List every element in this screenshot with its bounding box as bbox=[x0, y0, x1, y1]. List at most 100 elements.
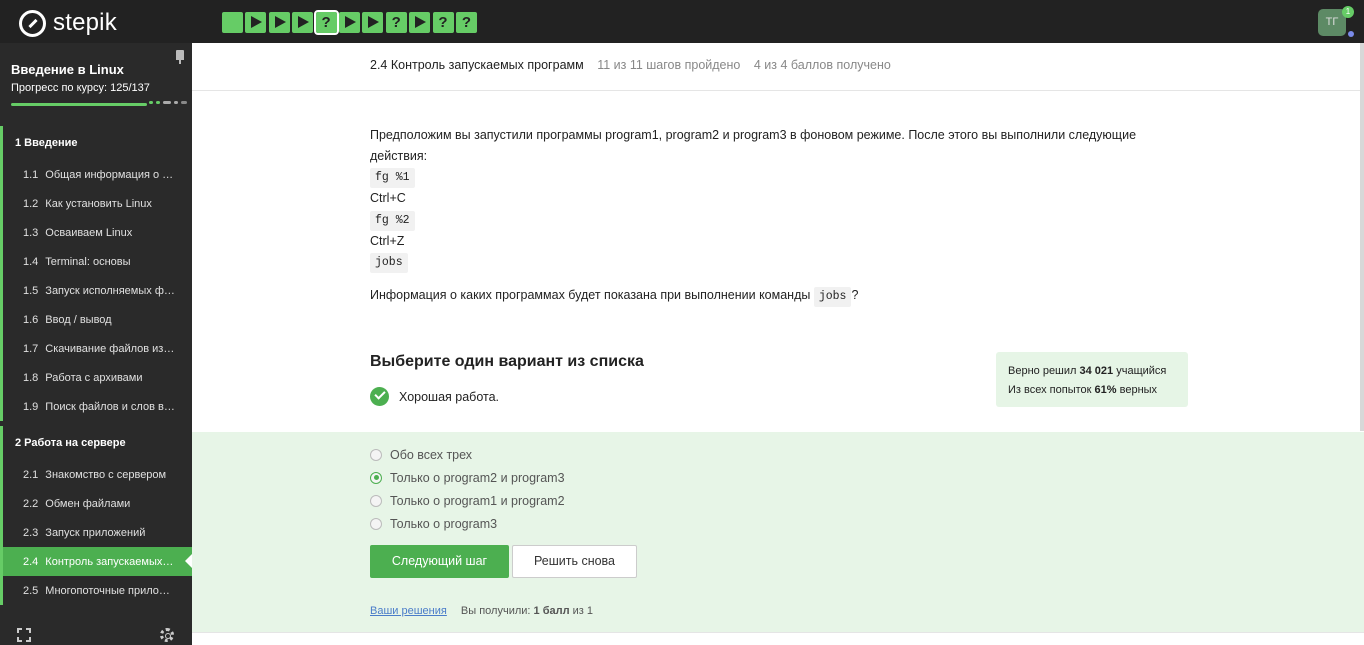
answer-option[interactable]: Только о program3 bbox=[370, 512, 565, 535]
question-action: Ctrl+Z bbox=[370, 233, 405, 248]
stats-correct-percent: 61% bbox=[1094, 384, 1117, 396]
radio-button[interactable] bbox=[370, 448, 382, 461]
question-intro: Предположим вы запустили программы progr… bbox=[370, 128, 1137, 163]
result-total: из 1 bbox=[572, 605, 594, 617]
step-video-icon[interactable] bbox=[338, 12, 360, 33]
option-label: Только о program2 и program3 bbox=[390, 470, 565, 485]
lesson-label: Общая информация о курсе bbox=[45, 168, 175, 181]
course-title[interactable]: Введение в Linux bbox=[11, 62, 124, 77]
step-question: Предположим вы запустили программы progr… bbox=[370, 125, 1190, 307]
lesson-number: 2.1 bbox=[23, 468, 39, 481]
lesson-label: Осваиваем Linux bbox=[45, 226, 133, 239]
sidebar-lesson[interactable]: 2.5 Многопоточные приложения bbox=[0, 576, 192, 605]
your-solutions-link[interactable]: Ваши решения bbox=[370, 605, 447, 617]
sidebar-lesson[interactable]: 1.4 Terminal: основы bbox=[0, 247, 192, 276]
settings-gear-icon[interactable] bbox=[160, 628, 174, 642]
course-sidebar: Введение в Linux Прогресс по курсу: 125/… bbox=[0, 43, 192, 645]
step-video-icon[interactable] bbox=[268, 12, 290, 33]
step-video-icon[interactable] bbox=[245, 12, 267, 33]
question-mark: ? bbox=[851, 288, 859, 302]
course-progress-remaining bbox=[149, 101, 190, 104]
code-snippet: fg %2 bbox=[370, 210, 415, 231]
step-quiz-icon[interactable]: ? bbox=[313, 10, 339, 35]
stats-label: Из всех попыток bbox=[1008, 384, 1092, 396]
answer-option[interactable]: Обо всех трех bbox=[370, 443, 565, 466]
sidebar-lesson[interactable]: 1.2 Как установить Linux bbox=[0, 189, 192, 218]
sidebar-module[interactable]: 2 Работа на сервере bbox=[0, 426, 192, 460]
lesson-label: Многопоточные приложения bbox=[45, 584, 175, 597]
next-step-button[interactable]: Следующий шаг bbox=[370, 545, 509, 578]
question-action: Ctrl+C bbox=[370, 191, 406, 205]
answer-options: Обо всех трех Только о program2 и program… bbox=[370, 443, 565, 535]
step-text-icon[interactable] bbox=[222, 12, 243, 33]
quiz-title: Выберите один вариант из списка bbox=[370, 353, 644, 370]
lesson-number: 2.2 bbox=[23, 497, 39, 510]
step-quiz-icon[interactable]: ? bbox=[432, 12, 454, 33]
option-label: Только о program3 bbox=[390, 516, 498, 531]
sidebar-lesson[interactable]: 1.1 Общая информация о курсе bbox=[0, 160, 192, 189]
divider bbox=[192, 90, 1364, 91]
sidebar-lesson[interactable]: 1.6 Ввод / вывод bbox=[0, 305, 192, 334]
lesson-number: 1.5 bbox=[23, 284, 39, 297]
code-snippet: fg %1 bbox=[370, 168, 415, 188]
answer-option[interactable]: Только о program2 и program3 bbox=[370, 466, 565, 489]
code-snippet: jobs bbox=[813, 287, 852, 307]
logo-text: stepik bbox=[53, 9, 117, 36]
lesson-number: 1.1 bbox=[23, 168, 39, 181]
code-snippet: jobs bbox=[370, 253, 408, 273]
lesson-label: Контроль запускаемых программ bbox=[45, 555, 175, 568]
answer-option[interactable]: Только о program1 и program2 bbox=[370, 489, 565, 512]
scrollbar[interactable] bbox=[1360, 43, 1364, 431]
lesson-number: 2.4 bbox=[23, 555, 39, 568]
stats-label: Верно решил bbox=[1008, 365, 1077, 377]
solve-stats-box: Верно решил 34 021 учащийся Из всех попы… bbox=[996, 352, 1188, 407]
step-video-icon[interactable] bbox=[362, 12, 384, 33]
sidebar-lesson[interactable]: 2.3 Запуск приложений bbox=[0, 518, 192, 547]
option-label: Обо всех трех bbox=[390, 447, 473, 462]
lesson-number: 1.3 bbox=[23, 226, 39, 239]
fullscreen-icon[interactable] bbox=[17, 628, 31, 642]
lesson-label: Скачивание файлов из интернета bbox=[45, 342, 175, 355]
lesson-number: 2.3 bbox=[23, 526, 39, 539]
sidebar-lesson[interactable]: 2.1 Знакомство с сервером bbox=[0, 460, 192, 489]
sidebar-lesson[interactable]: 1.9 Поиск файлов и слов в файлах bbox=[0, 392, 192, 421]
sidebar-lesson[interactable]: 1.7 Скачивание файлов из интернета bbox=[0, 334, 192, 363]
checkmark-icon bbox=[370, 387, 389, 406]
steps-done: 11 из 11 шагов пройдено bbox=[597, 58, 741, 72]
step-video-icon[interactable] bbox=[409, 12, 431, 33]
step-video-icon[interactable] bbox=[292, 12, 314, 33]
course-progress-label: Прогресс по курсу: 125/137 bbox=[11, 82, 150, 94]
lesson-label: Запуск приложений bbox=[45, 526, 146, 539]
stats-label: учащийся bbox=[1116, 365, 1167, 377]
sidebar-lesson[interactable]: 1.8 Работа с архивами bbox=[0, 363, 192, 392]
step-quiz-icon[interactable]: ? bbox=[455, 12, 477, 33]
solutions-info: Ваши решения Вы получили: 1 балл из 1 bbox=[370, 605, 593, 617]
option-label: Только о program1 и program2 bbox=[390, 493, 565, 508]
lesson-number: 1.7 bbox=[23, 342, 39, 355]
sidebar-lesson[interactable]: 2.2 Обмен файлами bbox=[0, 489, 192, 518]
pin-icon[interactable] bbox=[176, 50, 184, 64]
sidebar-lesson[interactable]: 1.5 Запуск исполняемых файлов bbox=[0, 276, 192, 305]
step-quiz-icon[interactable]: ? bbox=[385, 12, 407, 33]
sidebar-lesson[interactable]: 2.4 Контроль запускаемых программ bbox=[0, 547, 192, 576]
radio-button[interactable] bbox=[370, 517, 382, 530]
lesson-label: Работа с архивами bbox=[45, 371, 143, 384]
lesson-number: 1.6 bbox=[23, 313, 39, 326]
stepik-logo[interactable]: stepik bbox=[19, 9, 117, 37]
lesson-label: Ввод / вывод bbox=[45, 313, 112, 326]
question-ask: Информация о каких программах будет пока… bbox=[370, 288, 811, 302]
answer-area: Обо всех трех Только о program2 и program… bbox=[192, 432, 1364, 632]
radio-button[interactable] bbox=[370, 471, 382, 484]
radio-button[interactable] bbox=[370, 494, 382, 507]
lesson-header: 2.4 Контроль запускаемых программ 11 из … bbox=[370, 58, 891, 72]
score-received: 4 из 4 баллов получено bbox=[753, 58, 891, 72]
sidebar-lesson[interactable]: 1.3 Осваиваем Linux bbox=[0, 218, 192, 247]
stats-solved-count: 34 021 bbox=[1079, 365, 1114, 377]
result-label: Вы получили: bbox=[460, 605, 531, 617]
lesson-label: Обмен файлами bbox=[45, 497, 131, 510]
sidebar-module[interactable]: 1 Введение bbox=[0, 126, 192, 160]
lesson-label: Запуск исполняемых файлов bbox=[45, 284, 176, 297]
solve-again-button[interactable]: Решить снова bbox=[512, 545, 637, 578]
notification-badge[interactable]: 1 bbox=[1342, 6, 1354, 18]
lesson-number: 1.8 bbox=[23, 371, 39, 384]
